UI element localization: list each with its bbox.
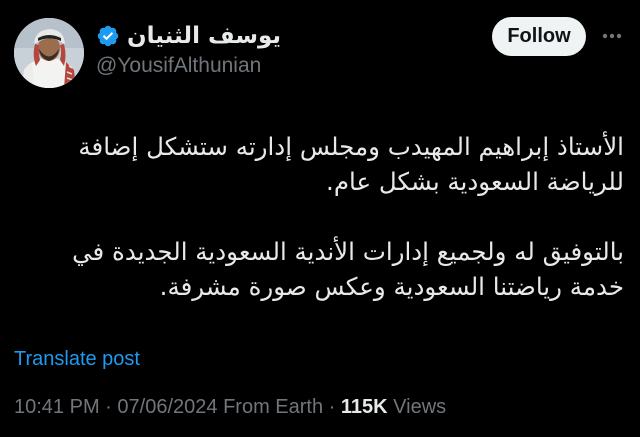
tweet-text: الأستاذ إبراهيم المهيدب ومجلس إدارته ستش… — [24, 129, 624, 304]
tweet-source: From Earth — [223, 396, 324, 418]
author-name-row[interactable]: يوسف الثنيان — [96, 19, 281, 53]
tweet-paragraph: الأستاذ إبراهيم المهيدب ومجلس إدارته ستش… — [78, 132, 624, 196]
tweet-date[interactable]: 07/06/2024 — [117, 396, 217, 418]
avatar[interactable] — [14, 18, 84, 88]
follow-button[interactable]: Follow — [492, 17, 586, 56]
meta-separator: · — [99, 396, 118, 418]
views-label: Views — [387, 396, 447, 418]
verified-badge-icon — [96, 24, 120, 48]
profile-photo — [14, 18, 84, 88]
meta-separator: · — [323, 396, 341, 418]
tweet-metadata: 10:41 PM · 07/06/2024 From Earth · 115K … — [14, 392, 446, 422]
tweet-paragraph: بالتوفيق له ولجميع إدارات الأندية السعود… — [72, 237, 624, 301]
author-handle[interactable]: @YousifAlthunian — [96, 51, 261, 81]
tweet-time[interactable]: 10:41 PM — [14, 396, 100, 418]
views-count[interactable]: 115K — [341, 396, 388, 418]
author-display-name[interactable]: يوسف الثنيان — [127, 19, 281, 53]
translate-post-link[interactable]: Translate post — [14, 344, 140, 374]
more-horizontal-icon[interactable] — [598, 24, 626, 48]
